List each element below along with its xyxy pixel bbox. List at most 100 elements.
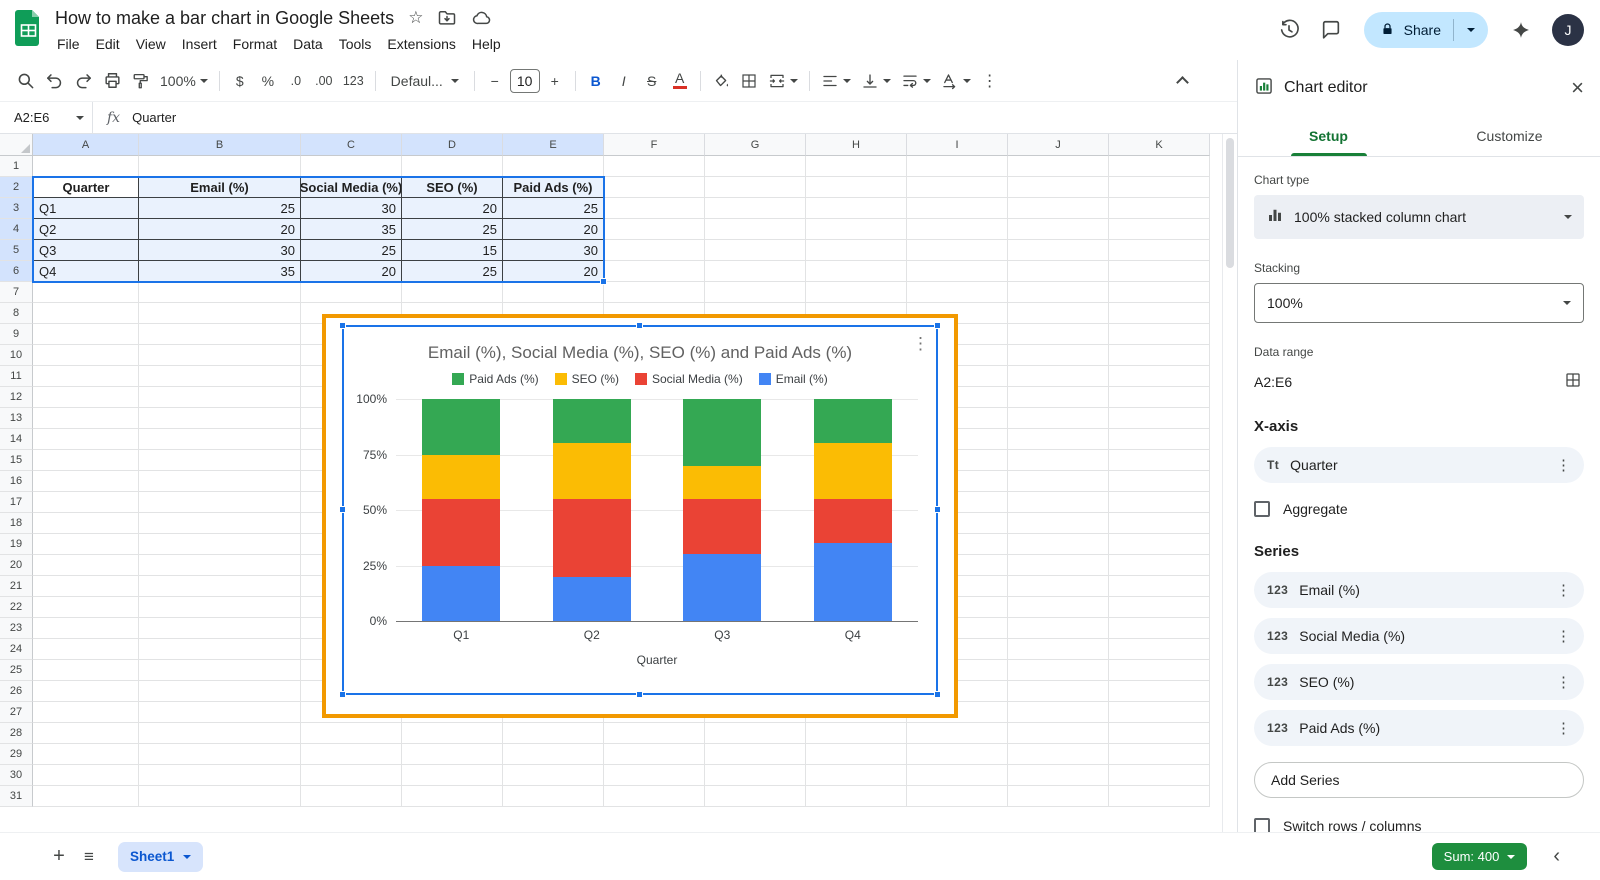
cell-a28[interactable] — [33, 723, 139, 744]
cell-j9[interactable] — [1008, 324, 1109, 345]
table-cell[interactable]: 25 — [139, 198, 301, 219]
cell-h7[interactable] — [806, 282, 907, 303]
cell-e31[interactable] — [503, 786, 604, 807]
cell-j10[interactable] — [1008, 345, 1109, 366]
cell-k8[interactable] — [1109, 303, 1210, 324]
row-header-31[interactable]: 31 — [0, 786, 33, 807]
redo-button[interactable] — [70, 67, 97, 95]
menu-extensions[interactable]: Extensions — [379, 34, 463, 54]
table-cell[interactable]: 20 — [139, 219, 301, 240]
cell-g31[interactable] — [705, 786, 806, 807]
cell-c29[interactable] — [301, 744, 402, 765]
cell-a10[interactable] — [33, 345, 139, 366]
cell-j13[interactable] — [1008, 408, 1109, 429]
cell-j28[interactable] — [1008, 723, 1109, 744]
menu-data[interactable]: Data — [285, 34, 331, 54]
strikethrough-button[interactable]: S — [639, 67, 665, 95]
table-cell[interactable]: 30 — [301, 198, 402, 219]
row-header-11[interactable]: 11 — [0, 366, 33, 387]
cell-h4[interactable] — [806, 219, 907, 240]
table-cell[interactable]: Q3 — [33, 240, 139, 261]
decrease-decimal-button[interactable]: .0 — [283, 67, 309, 95]
cell-j26[interactable] — [1008, 681, 1109, 702]
cell-b13[interactable] — [139, 408, 301, 429]
cell-a17[interactable] — [33, 492, 139, 513]
cell-k9[interactable] — [1109, 324, 1210, 345]
menu-format[interactable]: Format — [225, 34, 285, 54]
cell-k25[interactable] — [1109, 660, 1210, 681]
cell-g30[interactable] — [705, 765, 806, 786]
cell-a31[interactable] — [33, 786, 139, 807]
cell-k14[interactable] — [1109, 429, 1210, 450]
cell-d29[interactable] — [402, 744, 503, 765]
cell-k28[interactable] — [1109, 723, 1210, 744]
font-select[interactable]: Defaul... — [383, 67, 467, 95]
cell-a21[interactable] — [33, 576, 139, 597]
text-color-button[interactable]: A — [667, 67, 693, 95]
series-row[interactable]: 123Social Media (%)⋮ — [1254, 618, 1584, 654]
cell-k10[interactable] — [1109, 345, 1210, 366]
cell-e1[interactable] — [503, 156, 604, 177]
row-header-24[interactable]: 24 — [0, 639, 33, 660]
cell-g3[interactable] — [705, 198, 806, 219]
cell-f28[interactable] — [604, 723, 705, 744]
stacking-select[interactable]: 100% — [1254, 283, 1584, 323]
chart-object[interactable]: ⋮ Email (%), Social Media (%), SEO (%) a… — [322, 314, 958, 718]
resize-handle[interactable] — [934, 691, 941, 698]
cell-k30[interactable] — [1109, 765, 1210, 786]
resize-handle[interactable] — [339, 506, 346, 513]
cell-a27[interactable] — [33, 702, 139, 723]
fill-color-button[interactable] — [708, 67, 734, 95]
cell-j8[interactable] — [1008, 303, 1109, 324]
cell-a19[interactable] — [33, 534, 139, 555]
cell-b14[interactable] — [139, 429, 301, 450]
cell-a22[interactable] — [33, 597, 139, 618]
merge-cells-button[interactable] — [764, 67, 802, 95]
bar-segment[interactable] — [683, 399, 761, 466]
cell-d30[interactable] — [402, 765, 503, 786]
italic-button[interactable]: I — [611, 67, 637, 95]
column-header-i[interactable]: I — [907, 134, 1008, 156]
cell-f1[interactable] — [604, 156, 705, 177]
cell-j31[interactable] — [1008, 786, 1109, 807]
bar-segment[interactable] — [814, 399, 892, 443]
row-header-1[interactable]: 1 — [0, 156, 33, 177]
aggregate-checkbox[interactable] — [1254, 501, 1270, 517]
print-button[interactable] — [99, 67, 126, 95]
cell-g29[interactable] — [705, 744, 806, 765]
cell-j6[interactable] — [1008, 261, 1109, 282]
cell-d31[interactable] — [402, 786, 503, 807]
cell-e30[interactable] — [503, 765, 604, 786]
column-header-b[interactable]: B — [139, 134, 301, 156]
cell-h1[interactable] — [806, 156, 907, 177]
table-cell[interactable]: 30 — [139, 240, 301, 261]
cell-a16[interactable] — [33, 471, 139, 492]
cell-f5[interactable] — [604, 240, 705, 261]
cell-h28[interactable] — [806, 723, 907, 744]
table-cell[interactable]: 35 — [301, 219, 402, 240]
cell-f29[interactable] — [604, 744, 705, 765]
cell-b9[interactable] — [139, 324, 301, 345]
cell-b10[interactable] — [139, 345, 301, 366]
bar-segment[interactable] — [814, 499, 892, 543]
cell-a26[interactable] — [33, 681, 139, 702]
menu-help[interactable]: Help — [464, 34, 509, 54]
column-header-e[interactable]: E — [503, 134, 604, 156]
tab-customize[interactable]: Customize — [1419, 116, 1600, 156]
table-cell[interactable]: 20 — [503, 261, 604, 282]
cell-k13[interactable] — [1109, 408, 1210, 429]
menu-edit[interactable]: Edit — [88, 34, 128, 54]
cell-c7[interactable] — [301, 282, 402, 303]
cell-j30[interactable] — [1008, 765, 1109, 786]
cell-j7[interactable] — [1008, 282, 1109, 303]
cell-j3[interactable] — [1008, 198, 1109, 219]
text-wrap-button[interactable] — [897, 67, 935, 95]
series-menu-icon[interactable]: ⋮ — [1551, 673, 1576, 691]
cell-j20[interactable] — [1008, 555, 1109, 576]
cell-k16[interactable] — [1109, 471, 1210, 492]
row-header-14[interactable]: 14 — [0, 429, 33, 450]
row-header-28[interactable]: 28 — [0, 723, 33, 744]
select-all-corner[interactable] — [0, 134, 33, 156]
row-header-22[interactable]: 22 — [0, 597, 33, 618]
cell-b29[interactable] — [139, 744, 301, 765]
